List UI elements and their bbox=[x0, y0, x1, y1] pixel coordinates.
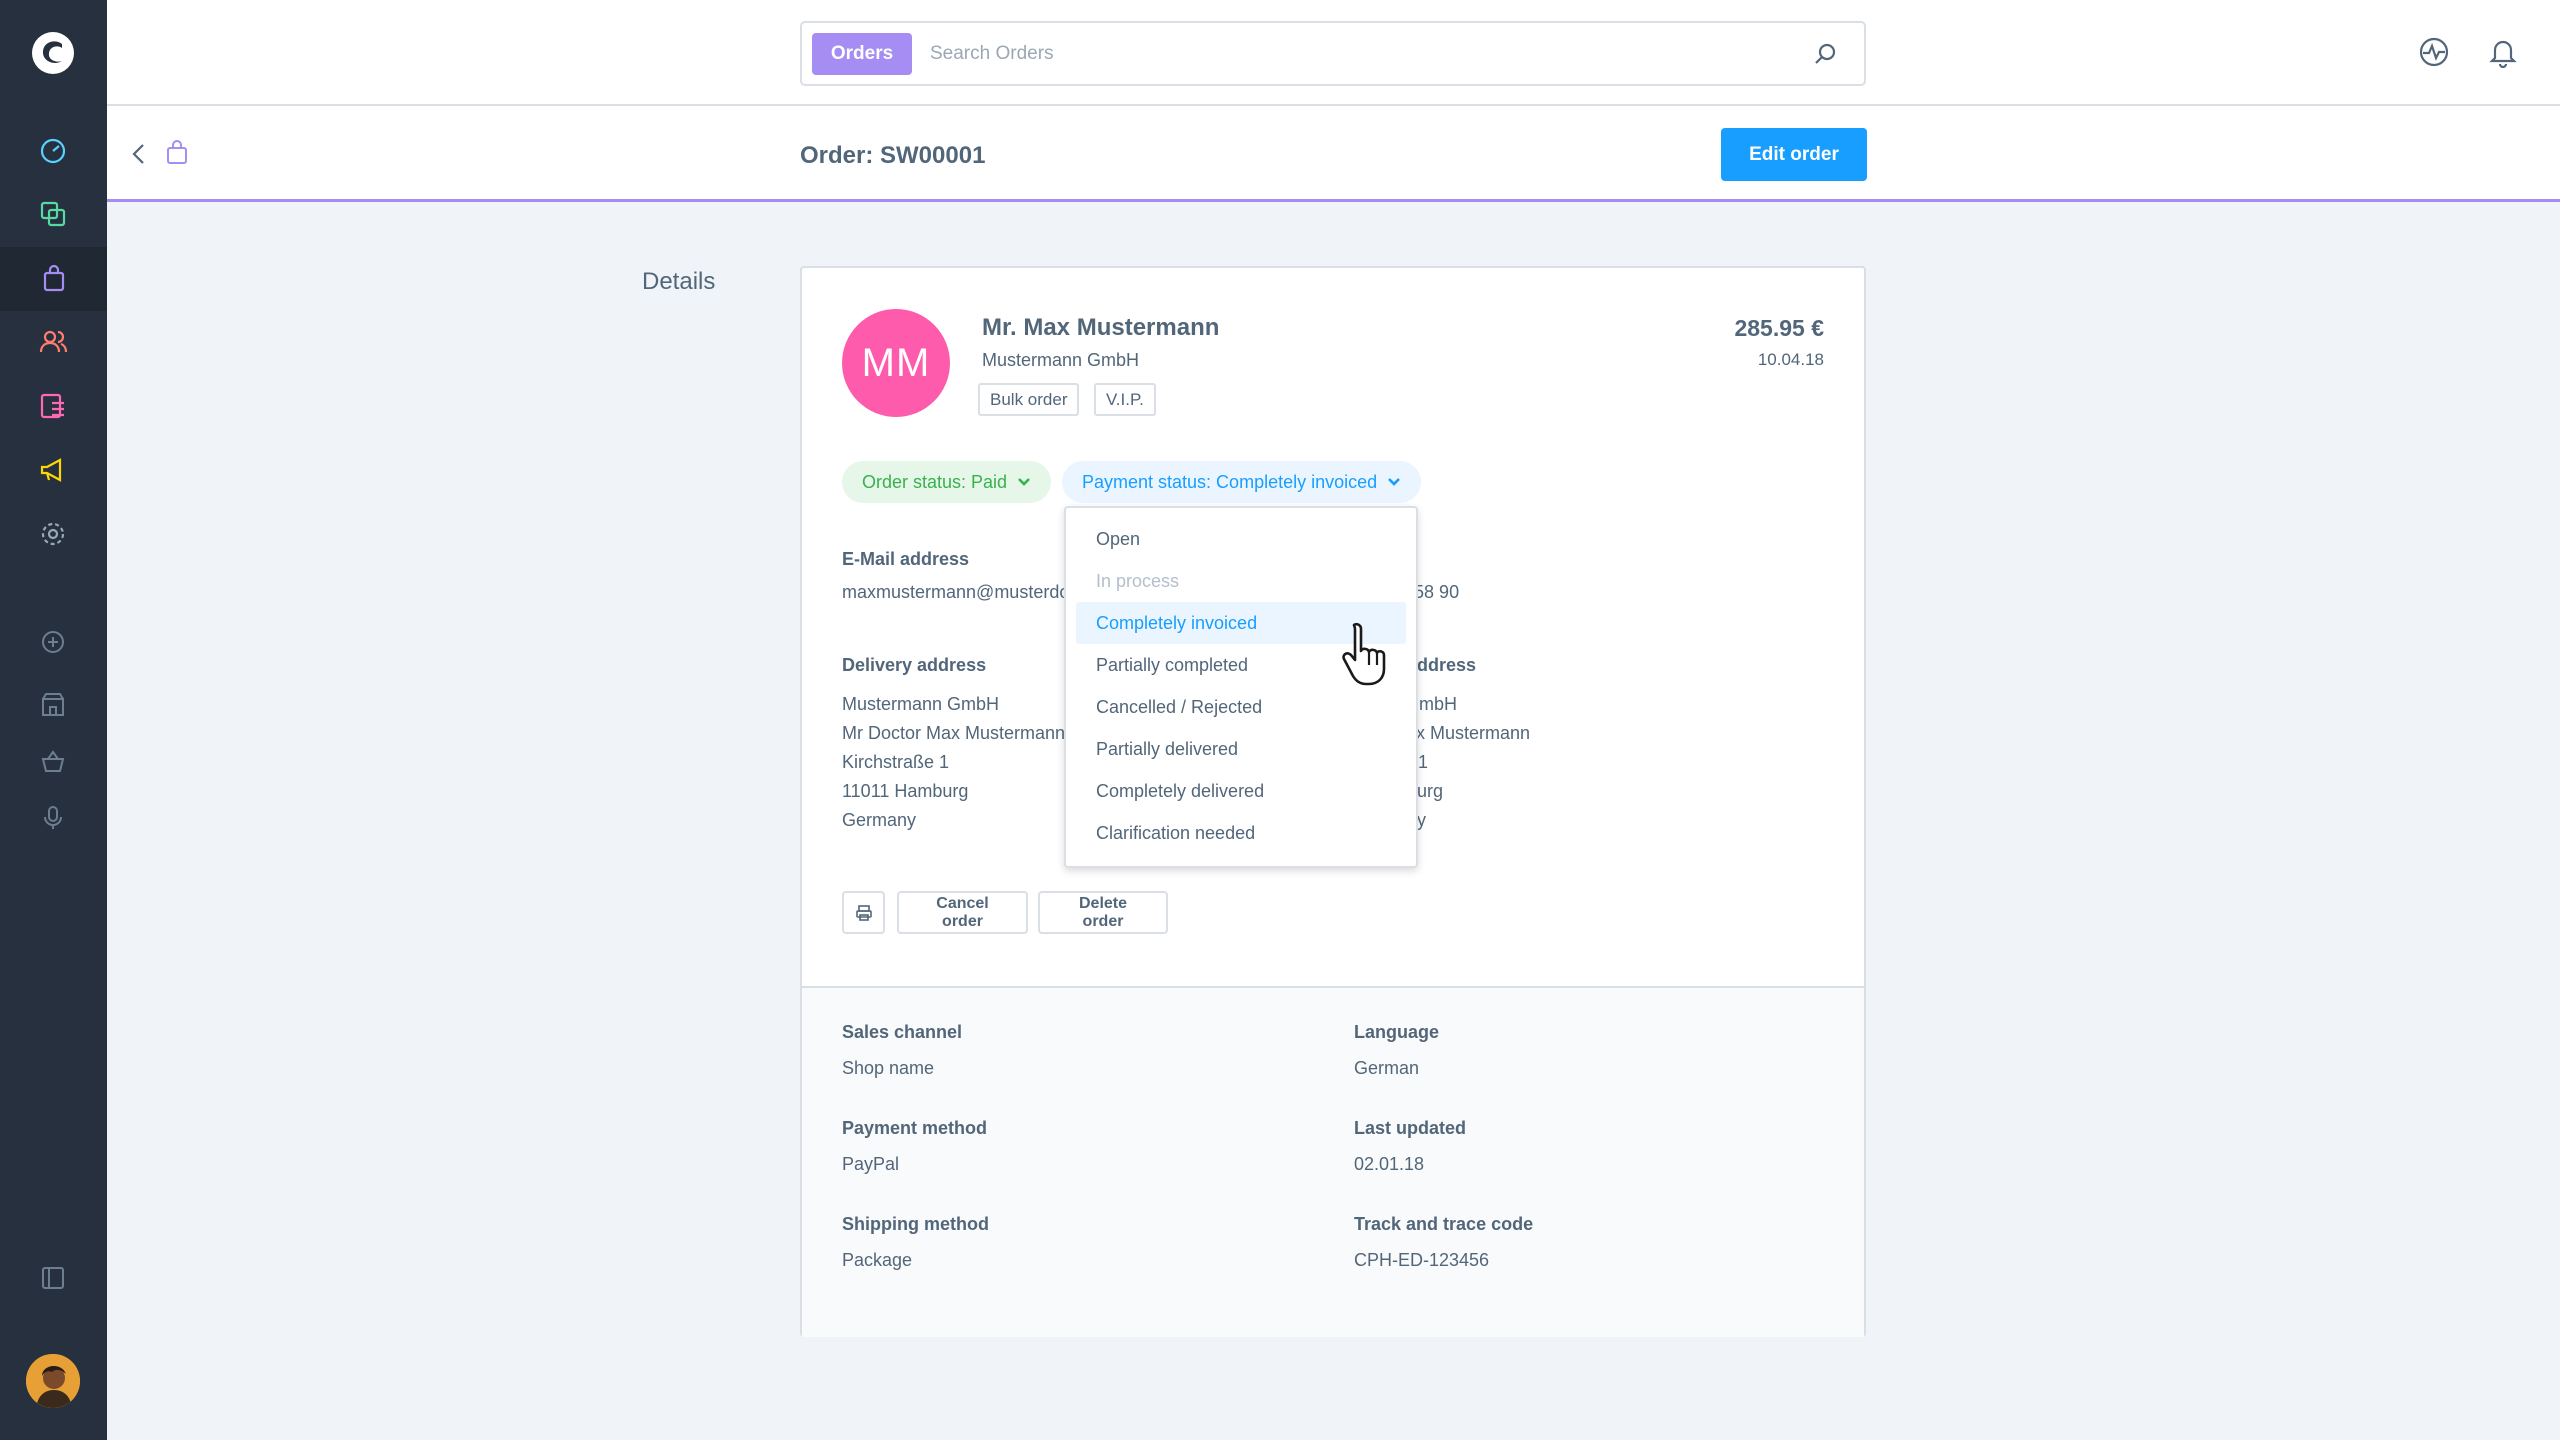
sidebar-basket-icon[interactable] bbox=[33, 742, 73, 782]
sidebar-orders-icon[interactable] bbox=[0, 247, 107, 311]
hand-pointer-cursor-icon bbox=[1342, 622, 1386, 686]
cancel-order-button[interactable]: Cancel order bbox=[897, 891, 1028, 934]
search-icon[interactable] bbox=[1812, 41, 1838, 67]
menu-item-clarification-needed[interactable]: Clarification needed bbox=[1076, 812, 1406, 854]
last-updated-label: Last updated bbox=[1354, 1118, 1467, 1138]
delivery-line: Mustermann GmbH bbox=[842, 694, 1000, 714]
shopware-logo-icon[interactable] bbox=[30, 30, 76, 76]
customer-name: Mr. Max Mustermann bbox=[982, 314, 1220, 341]
shipping-method-label: Shipping method bbox=[842, 1214, 989, 1234]
last-updated-value: 02.01.18 bbox=[1354, 1154, 1425, 1174]
top-bar: Orders bbox=[107, 0, 2560, 106]
language-value: German bbox=[1354, 1058, 1420, 1078]
tag-vip: V.I.P. bbox=[1094, 383, 1156, 416]
customer-avatar: MM bbox=[842, 309, 950, 417]
tracking-code-label: Track and trace code bbox=[1354, 1214, 1534, 1234]
chevron-down-icon bbox=[1388, 478, 1401, 486]
section-label: Details bbox=[642, 268, 716, 295]
notification-bell-icon[interactable] bbox=[2487, 36, 2519, 68]
order-meta-section: Sales channel Shop name Language German … bbox=[802, 986, 1864, 1337]
search-input[interactable] bbox=[930, 33, 1790, 75]
menu-item-completely-delivered[interactable]: Completely delivered bbox=[1076, 770, 1406, 812]
tracking-code-value: CPH-ED-123456 bbox=[1354, 1250, 1490, 1270]
email-label: E-Mail address bbox=[842, 549, 970, 569]
payment-status-dropdown[interactable]: Payment status: Completely invoiced bbox=[1062, 461, 1422, 503]
orders-module-icon bbox=[167, 140, 187, 164]
print-button[interactable] bbox=[842, 891, 885, 934]
order-status-dropdown[interactable]: Order status: Paid bbox=[842, 461, 1052, 503]
global-search: Orders bbox=[800, 21, 1866, 86]
sidebar-customers-icon[interactable] bbox=[33, 322, 73, 362]
sidebar-marketing-icon[interactable] bbox=[33, 450, 73, 490]
sidebar-microphone-icon[interactable] bbox=[33, 798, 73, 838]
sidebar-content-icon[interactable] bbox=[33, 386, 73, 426]
printer-icon bbox=[855, 904, 872, 921]
sidebar-store-icon[interactable] bbox=[33, 685, 73, 725]
delete-order-button[interactable]: Delete order bbox=[1038, 891, 1168, 934]
payment-status-menu: Open In process Completely invoiced Part… bbox=[1064, 506, 1418, 868]
payment-status-label: Payment status: Completely invoiced bbox=[1082, 471, 1378, 492]
sales-channel-label: Sales channel bbox=[842, 1022, 963, 1042]
payment-method-value: PayPal bbox=[842, 1154, 900, 1174]
payment-method-label: Payment method bbox=[842, 1118, 988, 1138]
shipping-method-value: Package bbox=[842, 1250, 913, 1270]
sidebar-settings-icon[interactable] bbox=[33, 514, 73, 554]
menu-item-in-process: In process bbox=[1096, 570, 1180, 591]
customer-company: Mustermann GmbH bbox=[982, 350, 1140, 370]
order-date: 10.04.18 bbox=[1757, 350, 1824, 369]
smart-bar: Order: SW00001 Edit order bbox=[107, 106, 2560, 202]
delivery-line: Kirchstraße 1 bbox=[842, 752, 950, 772]
admin-sidebar bbox=[0, 0, 107, 1440]
menu-item-partially-delivered[interactable]: Partially delivered bbox=[1076, 728, 1406, 770]
order-status-label: Order status: Paid bbox=[862, 471, 1008, 492]
billing-line: y bbox=[1417, 810, 1426, 830]
back-arrow-icon[interactable] bbox=[127, 142, 151, 166]
page-title: Order: SW00001 bbox=[800, 142, 986, 169]
chevron-down-icon bbox=[1018, 478, 1030, 486]
sidebar-dashboard-icon[interactable] bbox=[33, 131, 73, 171]
sidebar-catalogue-icon[interactable] bbox=[33, 194, 73, 234]
sidebar-collapse-icon[interactable] bbox=[33, 1258, 73, 1298]
delivery-line: Germany bbox=[842, 810, 917, 830]
user-avatar[interactable] bbox=[26, 1354, 80, 1408]
billing-address-label: ddress bbox=[1417, 655, 1477, 675]
email-value: maxmustermann@musterdo bbox=[842, 582, 1070, 602]
menu-item-cancelled-rejected[interactable]: Cancelled / Rejected bbox=[1076, 686, 1406, 728]
delivery-line: 11011 Hamburg bbox=[842, 781, 969, 801]
activity-icon[interactable] bbox=[2418, 36, 2450, 68]
language-label: Language bbox=[1354, 1022, 1440, 1042]
delivery-line: Mr Doctor Max Mustermann bbox=[842, 723, 1066, 743]
edit-order-button[interactable]: Edit order bbox=[1721, 128, 1867, 181]
delivery-address-label: Delivery address bbox=[842, 655, 987, 675]
menu-item-open[interactable]: Open bbox=[1076, 518, 1406, 560]
order-total: 285.95 € bbox=[1734, 315, 1824, 341]
tag-bulk-order: Bulk order bbox=[978, 383, 1080, 416]
sales-channel-value: Shop name bbox=[842, 1058, 935, 1078]
sidebar-add-icon[interactable] bbox=[33, 622, 73, 662]
search-type-badge[interactable]: Orders bbox=[812, 33, 912, 75]
